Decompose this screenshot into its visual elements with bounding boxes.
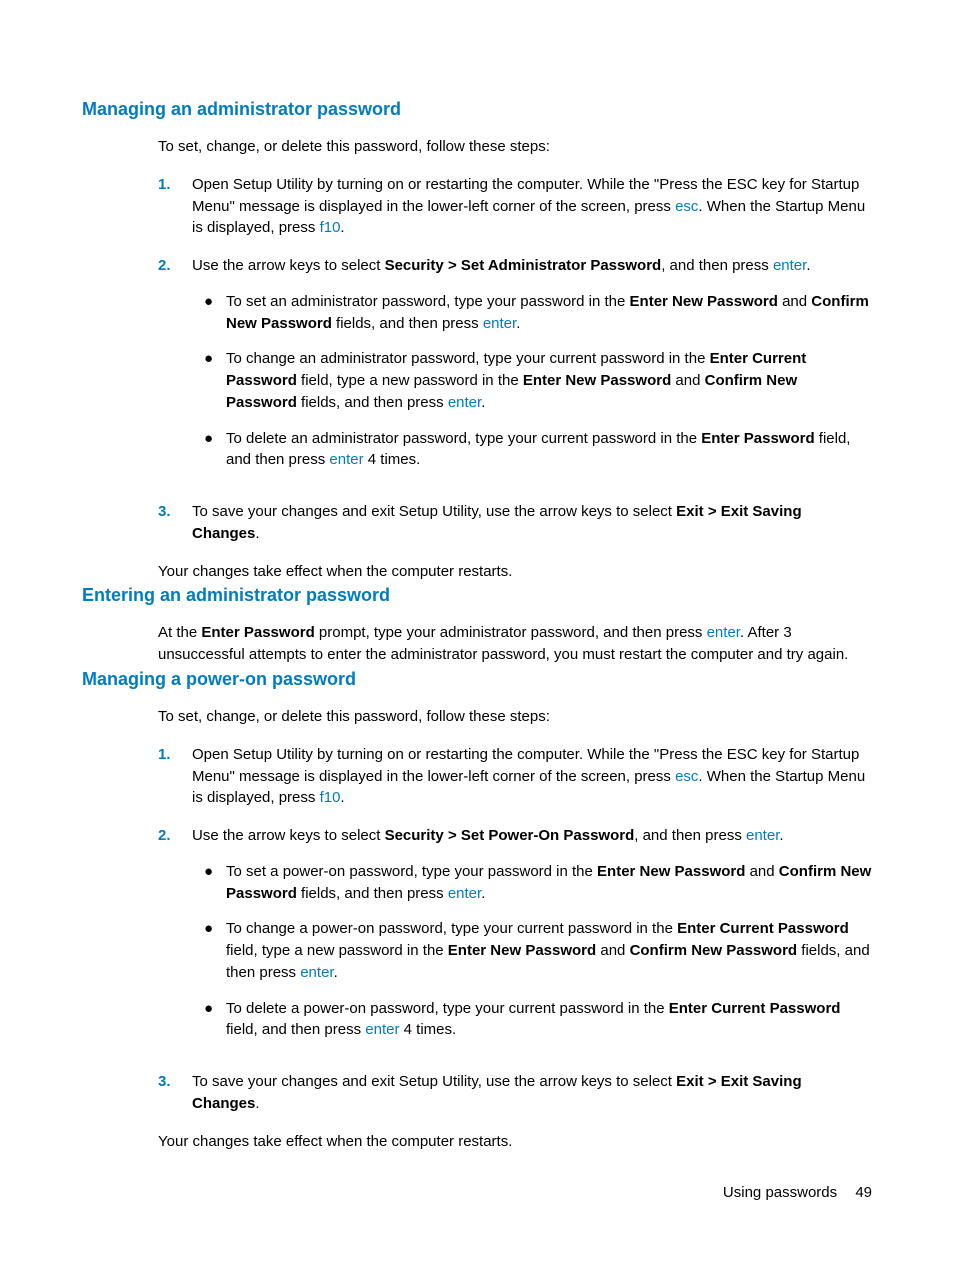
- heading-managing-poweron-password: Managing a power-on password: [82, 666, 872, 692]
- step-marker: 1.: [158, 744, 192, 809]
- bullet-list: ● To set a power-on password, type your …: [192, 861, 872, 1041]
- outro-text: Your changes take effect when the comput…: [158, 561, 872, 583]
- footer-label: Using passwords: [723, 1184, 837, 1201]
- step-marker: 3.: [158, 501, 192, 545]
- steps-list: 1. Open Setup Utility by turning on or r…: [158, 744, 872, 1115]
- key-enter: enter: [365, 1021, 399, 1038]
- step-content: To save your changes and exit Setup Util…: [192, 1071, 872, 1115]
- step-content: To save your changes and exit Setup Util…: [192, 501, 872, 545]
- page-footer: Using passwords 49: [723, 1182, 872, 1204]
- bullet-item: ● To delete an administrator password, t…: [192, 428, 872, 472]
- key-enter: enter: [483, 315, 516, 332]
- bullet-item: ● To delete a power-on password, type yo…: [192, 998, 872, 1042]
- key-f10: f10: [320, 219, 341, 236]
- bullet-item: ● To change an administrator password, t…: [192, 348, 872, 413]
- step-marker: 2.: [158, 825, 192, 1055]
- heading-entering-admin-password: Entering an administrator password: [82, 582, 872, 608]
- key-esc: esc: [675, 198, 698, 215]
- step-content: Use the arrow keys to select Security > …: [192, 255, 872, 485]
- step-marker: 1.: [158, 174, 192, 239]
- bullet-icon: ●: [192, 861, 226, 905]
- page-number: 49: [855, 1184, 872, 1201]
- step-content: Use the arrow keys to select Security > …: [192, 825, 872, 1055]
- heading-managing-admin-password: Managing an administrator password: [82, 96, 872, 122]
- step-marker: 3.: [158, 1071, 192, 1115]
- step-item: 2. Use the arrow keys to select Security…: [158, 255, 872, 485]
- step-item: 2. Use the arrow keys to select Security…: [158, 825, 872, 1055]
- step-item: 3. To save your changes and exit Setup U…: [158, 1071, 872, 1115]
- key-esc: esc: [675, 768, 698, 785]
- bullet-icon: ●: [192, 291, 226, 335]
- steps-list: 1. Open Setup Utility by turning on or r…: [158, 174, 872, 545]
- step-item: 1. Open Setup Utility by turning on or r…: [158, 744, 872, 809]
- bullet-item: ● To change a power-on password, type yo…: [192, 918, 872, 983]
- step-marker: 2.: [158, 255, 192, 485]
- bullet-list: ● To set an administrator password, type…: [192, 291, 872, 471]
- step-item: 1. Open Setup Utility by turning on or r…: [158, 174, 872, 239]
- bullet-icon: ●: [192, 348, 226, 413]
- body-text: At the Enter Password prompt, type your …: [158, 622, 872, 666]
- key-enter: enter: [773, 257, 806, 274]
- step-content: Open Setup Utility by turning on or rest…: [192, 744, 872, 809]
- key-f10: f10: [320, 789, 341, 806]
- key-enter: enter: [448, 885, 481, 902]
- bullet-item: ● To set an administrator password, type…: [192, 291, 872, 335]
- bullet-icon: ●: [192, 428, 226, 472]
- key-enter: enter: [300, 964, 333, 981]
- key-enter: enter: [329, 451, 363, 468]
- outro-text: Your changes take effect when the comput…: [158, 1131, 872, 1153]
- step-content: Open Setup Utility by turning on or rest…: [192, 174, 872, 239]
- intro-text: To set, change, or delete this password,…: [158, 706, 872, 728]
- key-enter: enter: [707, 624, 740, 641]
- step-item: 3. To save your changes and exit Setup U…: [158, 501, 872, 545]
- bullet-icon: ●: [192, 998, 226, 1042]
- bullet-icon: ●: [192, 918, 226, 983]
- intro-text: To set, change, or delete this password,…: [158, 136, 872, 158]
- key-enter: enter: [746, 827, 779, 844]
- key-enter: enter: [448, 394, 481, 411]
- bullet-item: ● To set a power-on password, type your …: [192, 861, 872, 905]
